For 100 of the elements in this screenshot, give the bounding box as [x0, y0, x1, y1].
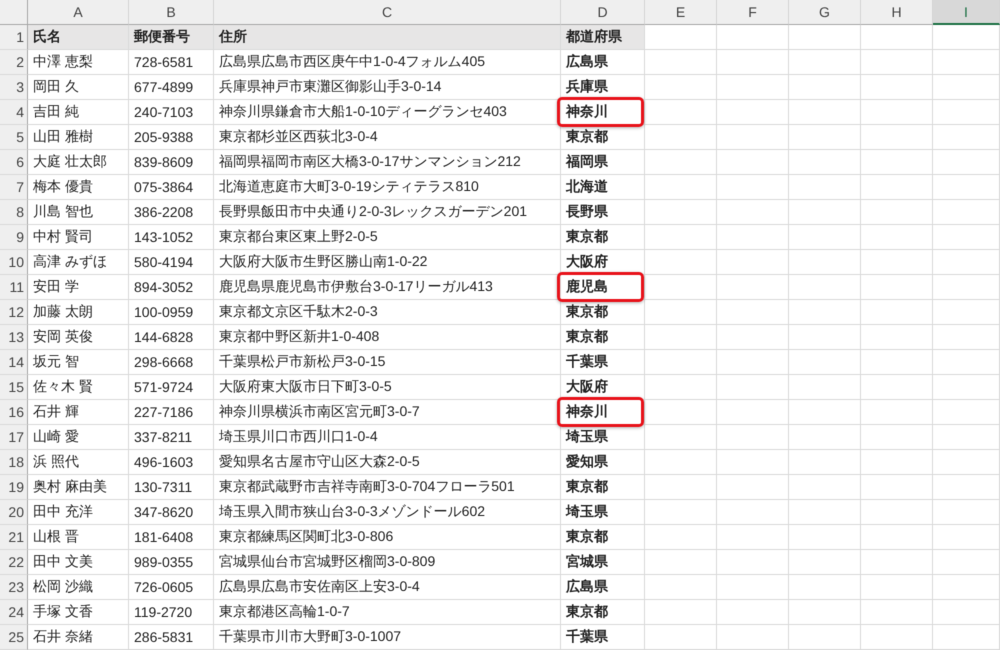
- row-header[interactable]: 16: [0, 400, 28, 425]
- table-cell: [645, 400, 717, 425]
- table-cell: 東京都台東区東上野2-0-5: [214, 225, 561, 250]
- table-cell: [645, 225, 717, 250]
- table-cell: [861, 525, 933, 550]
- row-header[interactable]: 2: [0, 50, 28, 75]
- table-cell: [645, 575, 717, 600]
- column-header[interactable]: C: [214, 0, 561, 25]
- table-cell: [717, 500, 789, 525]
- table-cell: 千葉県市川市大野町3-0-1007: [214, 625, 561, 650]
- table-cell: [717, 125, 789, 150]
- table-cell: [717, 375, 789, 400]
- table-cell: [717, 75, 789, 100]
- table-cell: [717, 100, 789, 125]
- table-cell: [861, 25, 933, 50]
- row-header[interactable]: 8: [0, 200, 28, 225]
- table-cell: 東京都練馬区関町北3-0-806: [214, 525, 561, 550]
- table-cell: 愛知県: [561, 450, 645, 475]
- table-cell: [933, 625, 1000, 650]
- row-header[interactable]: 10: [0, 250, 28, 275]
- table-cell: 東京都文京区千駄木2-0-3: [214, 300, 561, 325]
- row-header[interactable]: 14: [0, 350, 28, 375]
- table-cell: [789, 225, 861, 250]
- table-cell: 286-5831: [129, 625, 214, 650]
- row-header[interactable]: 22: [0, 550, 28, 575]
- table-cell: 240-7103: [129, 100, 214, 125]
- row-header[interactable]: 21: [0, 525, 28, 550]
- table-cell: [645, 125, 717, 150]
- row-header[interactable]: 12: [0, 300, 28, 325]
- table-cell: 加藤 太朗: [28, 300, 129, 325]
- column-header[interactable]: I: [933, 0, 1000, 25]
- table-cell: 川島 智也: [28, 200, 129, 225]
- row-header[interactable]: 13: [0, 325, 28, 350]
- table-cell: [861, 150, 933, 175]
- column-header[interactable]: A: [28, 0, 129, 25]
- row-header[interactable]: 23: [0, 575, 28, 600]
- table-cell: 高津 みずほ: [28, 250, 129, 275]
- row-header[interactable]: 20: [0, 500, 28, 525]
- row-header[interactable]: 25: [0, 625, 28, 650]
- table-cell: 989-0355: [129, 550, 214, 575]
- table-cell: [717, 625, 789, 650]
- row-header[interactable]: 7: [0, 175, 28, 200]
- table-cell: [645, 475, 717, 500]
- row-header[interactable]: 1: [0, 25, 28, 50]
- table-cell: [717, 575, 789, 600]
- row-header[interactable]: 5: [0, 125, 28, 150]
- column-header[interactable]: B: [129, 0, 214, 25]
- column-header[interactable]: F: [717, 0, 789, 25]
- table-cell: 長野県飯田市中央通り2-0-3レックスガーデン201: [214, 200, 561, 225]
- table-cell: [933, 400, 1000, 425]
- column-header[interactable]: G: [789, 0, 861, 25]
- table-cell: [717, 300, 789, 325]
- table-cell: [933, 575, 1000, 600]
- table-cell: [645, 600, 717, 625]
- table-cell: [861, 425, 933, 450]
- table-cell: 北海道恵庭市大町3-0-19シティテラス810: [214, 175, 561, 200]
- table-cell: 奥村 麻由美: [28, 475, 129, 500]
- table-cell: [861, 250, 933, 275]
- select-all-corner[interactable]: [0, 0, 28, 25]
- table-cell: 839-8609: [129, 150, 214, 175]
- table-cell: 宮城県仙台市宮城野区榴岡3-0-809: [214, 550, 561, 575]
- table-cell: [789, 250, 861, 275]
- table-cell: [645, 250, 717, 275]
- table-cell: 安田 学: [28, 275, 129, 300]
- table-cell: [645, 300, 717, 325]
- table-cell: 144-6828: [129, 325, 214, 350]
- table-cell: [861, 575, 933, 600]
- column-header[interactable]: E: [645, 0, 717, 25]
- row-header[interactable]: 19: [0, 475, 28, 500]
- table-cell: [645, 25, 717, 50]
- table-cell: [717, 425, 789, 450]
- table-cell: [645, 525, 717, 550]
- row-header[interactable]: 17: [0, 425, 28, 450]
- table-cell: 347-8620: [129, 500, 214, 525]
- row-header[interactable]: 4: [0, 100, 28, 125]
- table-cell: 726-0605: [129, 575, 214, 600]
- table-cell: [789, 425, 861, 450]
- table-cell: [789, 500, 861, 525]
- table-cell: [933, 50, 1000, 75]
- table-cell: [717, 550, 789, 575]
- table-cell: 227-7186: [129, 400, 214, 425]
- row-header[interactable]: 15: [0, 375, 28, 400]
- table-cell: [933, 200, 1000, 225]
- row-header[interactable]: 3: [0, 75, 28, 100]
- table-cell: [933, 550, 1000, 575]
- table-cell: [645, 50, 717, 75]
- row-header[interactable]: 9: [0, 225, 28, 250]
- row-header[interactable]: 18: [0, 450, 28, 475]
- table-cell: [933, 150, 1000, 175]
- table-cell: [933, 600, 1000, 625]
- table-cell: 東京都杉並区西荻北3-0-4: [214, 125, 561, 150]
- column-header[interactable]: H: [861, 0, 933, 25]
- row-header[interactable]: 6: [0, 150, 28, 175]
- table-cell: 神奈川県横浜市南区宮元町3-0-7: [214, 400, 561, 425]
- column-header[interactable]: D: [561, 0, 645, 25]
- table-cell: 東京都港区高輪1-0-7: [214, 600, 561, 625]
- table-cell: [861, 325, 933, 350]
- table-cell: 北海道: [561, 175, 645, 200]
- row-header[interactable]: 11: [0, 275, 28, 300]
- row-header[interactable]: 24: [0, 600, 28, 625]
